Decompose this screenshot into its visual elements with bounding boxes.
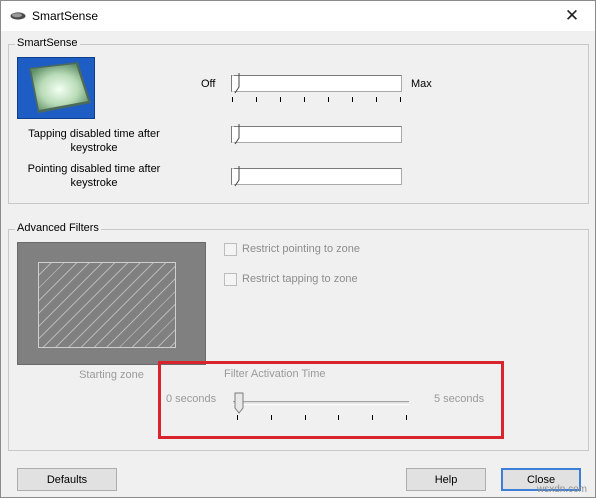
window-title: SmartSense bbox=[32, 9, 99, 23]
slider-track bbox=[231, 75, 402, 92]
tapping-disabled-label: Tapping disabled time after keystroke bbox=[28, 128, 160, 154]
smartsense-group-legend: SmartSense bbox=[15, 37, 80, 49]
restrict-tapping-label: Restrict tapping to zone bbox=[242, 273, 358, 285]
slider-track bbox=[231, 126, 402, 143]
restrict-pointing-label: Restrict pointing to zone bbox=[242, 243, 361, 255]
slider-thumb[interactable] bbox=[232, 124, 240, 145]
pointing-disabled-label: Pointing disabled time after keystroke bbox=[27, 163, 161, 189]
slider-track bbox=[231, 168, 402, 185]
slider-thumb[interactable] bbox=[232, 166, 240, 187]
starting-zone-area bbox=[38, 262, 176, 348]
close-window-icon[interactable]: ✕ bbox=[549, 1, 595, 31]
advanced-filters-legend: Advanced Filters bbox=[15, 222, 101, 234]
annotation-highlight-box bbox=[158, 361, 504, 439]
zone-preview bbox=[17, 242, 206, 365]
off-label: Off bbox=[201, 78, 216, 90]
help-button[interactable]: Help bbox=[406, 468, 486, 491]
max-label: Max bbox=[411, 78, 432, 90]
checkbox-box[interactable] bbox=[224, 243, 237, 256]
defaults-button[interactable]: Defaults bbox=[17, 468, 117, 491]
checkbox-box[interactable] bbox=[224, 273, 237, 286]
slider-thumb[interactable] bbox=[232, 73, 240, 94]
watermark-text: wsxdn.com bbox=[536, 484, 587, 495]
smartsense-dialog: SmartSense ✕ SmartSense Off Max Tapping … bbox=[0, 0, 596, 498]
touchpad-image bbox=[17, 57, 95, 119]
touchpad-app-icon bbox=[10, 12, 26, 20]
sensitivity-ticks bbox=[232, 97, 402, 102]
touchpad-graphic bbox=[29, 62, 91, 113]
title-bar: SmartSense ✕ bbox=[1, 1, 595, 31]
